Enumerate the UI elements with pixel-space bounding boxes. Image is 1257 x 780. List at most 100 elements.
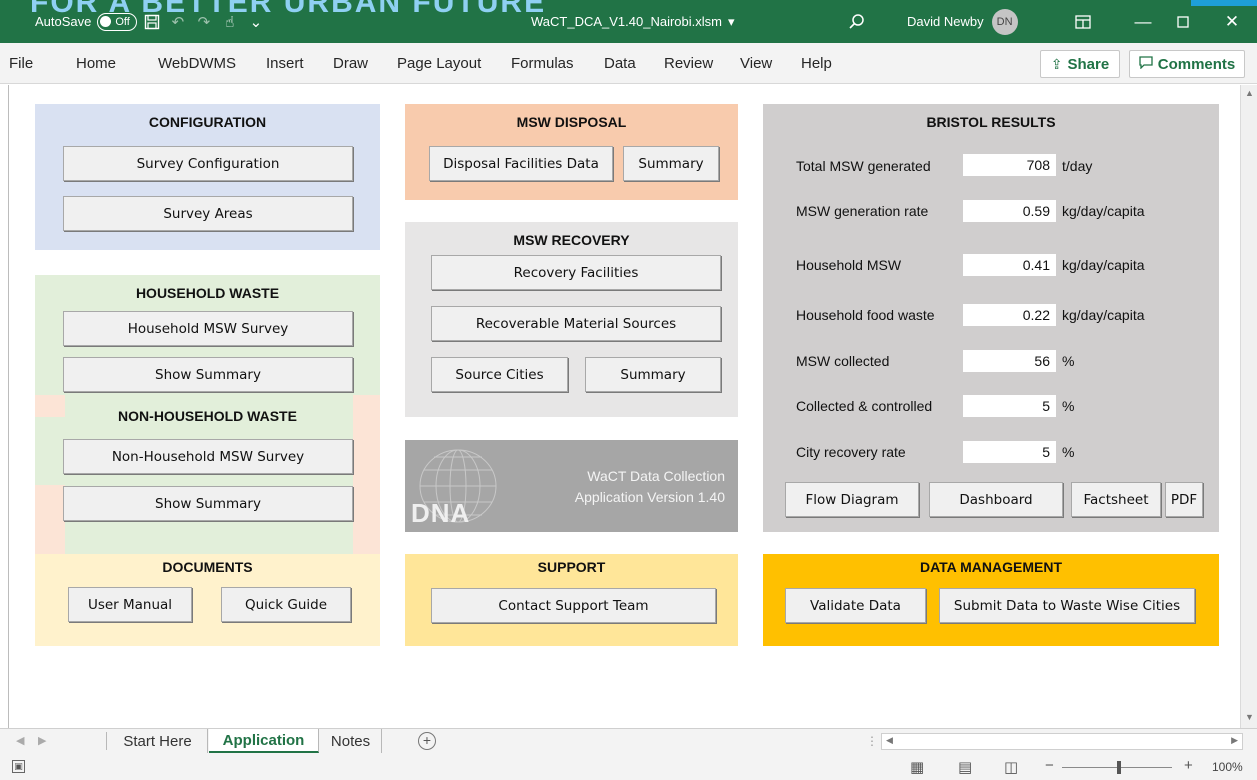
non-household-survey-button[interactable]: Non-Household MSW Survey xyxy=(63,439,353,474)
tab-webdwms[interactable]: WebDWMS xyxy=(158,55,236,72)
zoom-level[interactable]: 100% xyxy=(1212,760,1243,774)
zoom-in-icon[interactable]: + xyxy=(1184,757,1193,774)
horizontal-scrollbar[interactable]: ◀ ▶ xyxy=(881,733,1243,750)
ribbon-tabs: File Home WebDWMS Insert Draw Page Layou… xyxy=(0,43,1257,84)
result-value[interactable]: 56 xyxy=(963,350,1056,372)
autosave-label: AutoSave xyxy=(35,14,92,29)
sheet-tab-application[interactable]: Application xyxy=(209,729,319,753)
validate-data-button[interactable]: Validate Data xyxy=(785,588,926,623)
disposal-facilities-button[interactable]: Disposal Facilities Data xyxy=(429,146,613,181)
result-unit: kg/day/capita xyxy=(1062,203,1145,219)
household-survey-button[interactable]: Household MSW Survey xyxy=(63,311,353,346)
add-sheet-icon[interactable]: + xyxy=(418,732,436,750)
contact-support-button[interactable]: Contact Support Team xyxy=(431,588,716,623)
split-handle-icon[interactable]: ⋮ xyxy=(866,734,878,748)
source-cities-button[interactable]: Source Cities xyxy=(431,357,568,392)
dashboard-button[interactable]: Dashboard xyxy=(929,482,1063,517)
user-name: David Newby xyxy=(907,14,984,29)
comment-icon xyxy=(1139,56,1153,72)
result-unit: kg/day/capita xyxy=(1062,257,1145,273)
user-manual-button[interactable]: User Manual xyxy=(68,587,192,622)
survey-configuration-button[interactable]: Survey Configuration xyxy=(63,146,353,181)
non-household-summary-button[interactable]: Show Summary xyxy=(63,486,353,521)
documents-panel: DOCUMENTS User Manual Quick Guide xyxy=(35,554,380,646)
result-label: City recovery rate xyxy=(796,444,906,460)
factsheet-button[interactable]: Factsheet xyxy=(1071,482,1161,517)
title-bar: FOR A BETTER URBAN FUTURE AutoSave Off ↶… xyxy=(0,0,1257,43)
tab-formulas[interactable]: Formulas xyxy=(511,55,574,72)
result-value[interactable]: 5 xyxy=(963,395,1056,417)
result-unit: % xyxy=(1062,353,1075,369)
vertical-scrollbar[interactable]: ▲ ▼ xyxy=(1240,85,1257,728)
file-name-group[interactable]: WaCT_DCA_V1.40_Nairobi.xlsm ▾ xyxy=(531,0,735,43)
tab-home[interactable]: Home xyxy=(76,55,116,72)
ribbon-display-icon[interactable] xyxy=(1075,0,1091,43)
recovery-title: MSW RECOVERY xyxy=(513,232,630,248)
minimize-icon[interactable]: — xyxy=(1123,0,1163,43)
about-panel: DNA WaCT Data Collection Application Ver… xyxy=(405,440,738,532)
result-value[interactable]: 708 xyxy=(963,154,1056,176)
user-account[interactable]: David Newby DN xyxy=(907,0,1018,43)
scroll-left-icon[interactable]: ◀ xyxy=(886,735,893,746)
logo-text: DNA xyxy=(411,498,471,528)
maximize-icon[interactable] xyxy=(1163,0,1203,43)
result-unit: % xyxy=(1062,398,1075,414)
result-value[interactable]: 5 xyxy=(963,441,1056,463)
scroll-right-icon[interactable]: ▶ xyxy=(1231,735,1238,746)
tab-review[interactable]: Review xyxy=(664,55,713,72)
flow-diagram-button[interactable]: Flow Diagram xyxy=(785,482,919,517)
page-layout-view-icon[interactable]: ▤ xyxy=(958,758,972,776)
touch-mode-icon[interactable]: ☝ xyxy=(219,11,241,33)
household-summary-button[interactable]: Show Summary xyxy=(63,357,353,392)
result-label: Household food waste xyxy=(796,307,935,323)
tab-view[interactable]: View xyxy=(740,55,772,72)
macro-recording-icon[interactable]: ▣ xyxy=(12,760,25,773)
save-icon[interactable] xyxy=(141,11,163,33)
normal-view-icon[interactable]: ▦ xyxy=(910,758,924,776)
result-value[interactable]: 0.41 xyxy=(963,254,1056,276)
scroll-down-icon[interactable]: ▼ xyxy=(1245,712,1254,722)
results-title: BRISTOL RESULTS xyxy=(926,114,1056,130)
result-value[interactable]: 0.22 xyxy=(963,304,1056,326)
submit-data-button[interactable]: Submit Data to Waste Wise Cities xyxy=(939,588,1195,623)
comments-label: Comments xyxy=(1157,55,1236,73)
recovery-summary-button[interactable]: Summary xyxy=(585,357,721,392)
sheet-tab-bar: ◀ ▶ Start Here Application Notes + ⋮ ◀ ▶ xyxy=(0,728,1257,754)
zoom-out-icon[interactable]: − xyxy=(1045,757,1054,774)
support-panel: SUPPORT Contact Support Team xyxy=(405,554,738,646)
comments-button[interactable]: Comments xyxy=(1129,50,1245,78)
recoverable-material-sources-button[interactable]: Recoverable Material Sources xyxy=(431,306,721,341)
result-unit: % xyxy=(1062,444,1075,460)
result-label: MSW collected xyxy=(796,353,890,369)
tab-prev-icon[interactable]: ◀ xyxy=(16,734,24,747)
result-label: Household MSW xyxy=(796,257,902,273)
redo-icon[interactable]: ↷ xyxy=(193,11,215,33)
zoom-slider-handle[interactable] xyxy=(1117,761,1121,774)
search-icon[interactable] xyxy=(848,0,865,43)
sheet-tab-start-here[interactable]: Start Here xyxy=(108,729,208,753)
tab-page-layout[interactable]: Page Layout xyxy=(397,55,481,72)
tab-help[interactable]: Help xyxy=(801,55,832,72)
tab-draw[interactable]: Draw xyxy=(333,55,368,72)
household-title: HOUSEHOLD WASTE xyxy=(135,285,280,301)
tab-file[interactable]: File xyxy=(9,55,33,72)
result-value[interactable]: 0.59 xyxy=(963,200,1056,222)
recovery-facilities-button[interactable]: Recovery Facilities xyxy=(431,255,721,290)
quick-guide-button[interactable]: Quick Guide xyxy=(221,587,351,622)
share-button[interactable]: ⇪ Share xyxy=(1040,50,1120,78)
scroll-up-icon[interactable]: ▲ xyxy=(1245,88,1254,98)
sheet-tab-notes[interactable]: Notes xyxy=(320,729,382,753)
survey-areas-button[interactable]: Survey Areas xyxy=(63,196,353,231)
page-break-view-icon[interactable]: ◫ xyxy=(1004,758,1018,776)
close-icon[interactable]: ✕ xyxy=(1212,0,1252,43)
customize-toolbar-icon[interactable]: ⌄ xyxy=(245,11,267,33)
tab-insert[interactable]: Insert xyxy=(266,55,304,72)
data-management-panel: DATA MANAGEMENT Validate Data Submit Dat… xyxy=(763,554,1219,646)
tab-divider xyxy=(106,732,107,750)
tab-next-icon[interactable]: ▶ xyxy=(38,734,46,747)
undo-icon[interactable]: ↶ xyxy=(167,11,189,33)
disposal-summary-button[interactable]: Summary xyxy=(623,146,719,181)
autosave-toggle[interactable]: Off xyxy=(97,12,137,31)
pdf-button[interactable]: PDF xyxy=(1165,482,1203,517)
tab-data[interactable]: Data xyxy=(604,55,636,72)
